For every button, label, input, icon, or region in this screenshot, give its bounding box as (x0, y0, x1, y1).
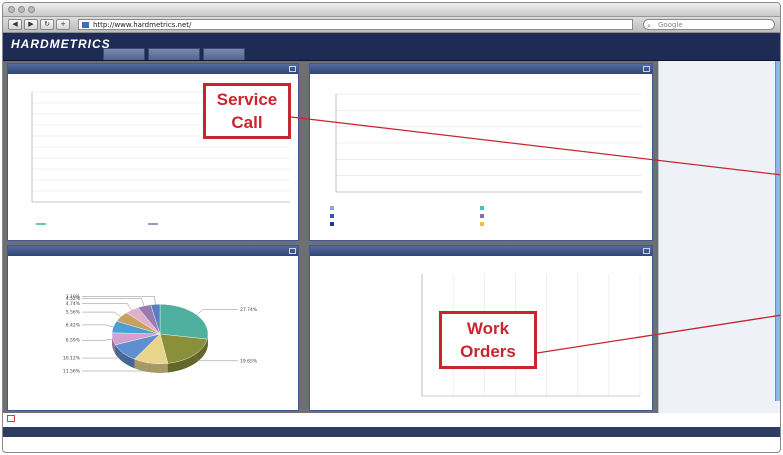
legend-swatch (480, 222, 484, 226)
slice-percent-label: 11.56% (63, 369, 81, 375)
panel-pending-work-orders: 27.74% 19.65% 11.56% 10.12% 6.59% 6.42% 5.56% 4… (7, 245, 299, 411)
nav-tab-1[interactable] (103, 48, 145, 60)
maximize-panel-button[interactable] (643, 248, 650, 254)
maximize-panel-button[interactable] (289, 66, 296, 72)
maximize-panel-button[interactable] (643, 66, 650, 72)
legend-swatch (330, 206, 334, 210)
panel-header (8, 64, 298, 74)
plus-icon: + (60, 20, 66, 28)
search-placeholder: Google (658, 21, 683, 29)
browser-window: ◀ ▶ ↻ + http://www.hardmetrics.net/ ⌕ Go… (2, 2, 781, 453)
logo-text: HARDMETRICS (11, 37, 111, 51)
callout-line-1: Service (216, 90, 278, 109)
search-icon: ⌕ (647, 22, 651, 30)
back-arrow-icon: ◀ (12, 20, 18, 28)
work-orders-callout: Work Orders (439, 311, 537, 369)
pie-leader-line (196, 309, 238, 316)
panel-header (310, 64, 652, 74)
nav-tab-3[interactable] (203, 48, 245, 60)
panel-completed-by-manager (309, 63, 653, 241)
minimize-window-button[interactable] (18, 6, 25, 13)
pie-leader-line (82, 324, 114, 328)
vertical-scrollbar[interactable] (775, 61, 780, 401)
browser-toolbar: ◀ ▶ ↻ + http://www.hardmetrics.net/ ⌕ Go… (3, 17, 780, 33)
pie-leader-line (82, 298, 145, 306)
forward-button[interactable]: ▶ (24, 19, 38, 30)
panel-header (8, 246, 298, 256)
legend-swatch (330, 214, 334, 218)
pie-leader-line (82, 296, 156, 305)
app-header: HARDMETRICS (3, 33, 780, 61)
maximize-panel-button[interactable] (289, 248, 296, 254)
favicon-icon (82, 22, 89, 28)
status-icon (7, 415, 15, 422)
pie-leader-line (82, 311, 122, 317)
footer-strip (3, 413, 780, 425)
legend-swatch (480, 214, 484, 218)
nav-tab-2[interactable] (148, 48, 200, 60)
title-bar (3, 3, 780, 17)
close-window-button[interactable] (8, 6, 15, 13)
page-footer (3, 413, 780, 452)
window-controls (8, 6, 35, 13)
slice-percent-label: 5.56% (66, 310, 81, 316)
address-bar[interactable]: http://www.hardmetrics.net/ (78, 19, 633, 30)
callout-line-1: Work (466, 319, 510, 338)
slice-percent-label: 6.59% (66, 338, 81, 344)
reload-icon: ↻ (44, 20, 50, 28)
slice-percent-label: 3.10% (66, 294, 81, 300)
slice-percent-label: 27.74% (240, 307, 258, 313)
dashboard: 27.74% 19.65% 11.56% 10.12% 6.59% 6.42% 5.56% 4… (3, 61, 780, 413)
callout-line-2: Call (231, 113, 263, 132)
stacked-bar-chart (330, 93, 642, 226)
panel-header (310, 246, 652, 256)
callout-line-2: Orders (460, 342, 516, 361)
add-bookmark-button[interactable]: + (56, 19, 70, 30)
copyright-bar (3, 427, 780, 437)
right-sidebar (658, 61, 780, 413)
slice-percent-label: 6.42% (66, 322, 81, 328)
address-text: http://www.hardmetrics.net/ (93, 21, 192, 29)
back-button[interactable]: ◀ (8, 19, 22, 30)
slice-percent-label: 19.65% (240, 358, 258, 364)
pie-slice (159, 304, 209, 340)
legend-swatch (480, 206, 484, 210)
zoom-window-button[interactable] (28, 6, 35, 13)
slice-percent-label: 10.12% (63, 356, 81, 362)
forward-arrow-icon: ▶ (28, 20, 34, 28)
pie-leader-line (82, 338, 113, 341)
service-call-callout: Service Call (203, 83, 291, 139)
search-field[interactable]: ⌕ Google (643, 19, 775, 30)
legend-swatch (330, 222, 334, 226)
pie-leader-line (82, 303, 133, 311)
hardmetrics-logo: HARDMETRICS (11, 37, 111, 57)
pie-chart: 27.74%19.65%11.56%10.12%6.59%6.42%5.56%4… (63, 294, 258, 375)
reload-button[interactable]: ↻ (40, 19, 54, 30)
